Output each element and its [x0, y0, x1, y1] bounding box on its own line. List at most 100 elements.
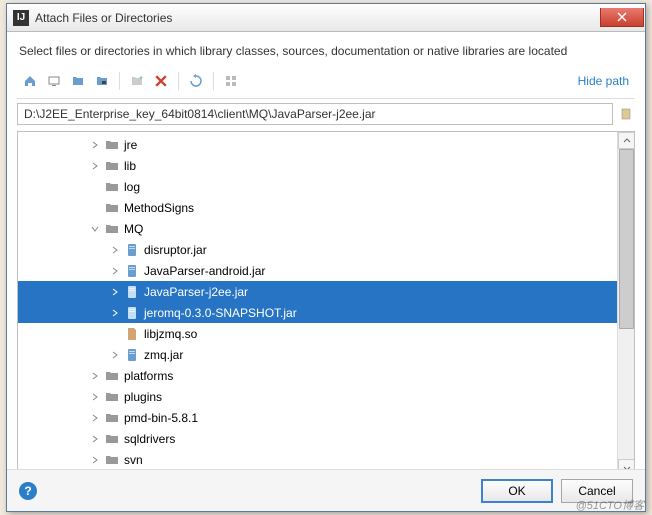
chevron-right-icon[interactable] [108, 306, 122, 320]
svg-text:+: + [139, 75, 143, 82]
tree-label: jeromq-0.3.0-SNAPSHOT.jar [144, 306, 297, 320]
chevron-right-icon[interactable] [108, 285, 122, 299]
separator [213, 72, 214, 90]
home-icon [23, 74, 37, 88]
path-input[interactable] [17, 103, 613, 125]
scrollbar[interactable] [617, 132, 634, 476]
content: Select files or directories in which lib… [7, 32, 645, 493]
tree-label: zmq.jar [144, 348, 183, 362]
folder-icon [104, 452, 120, 468]
refresh-button[interactable] [185, 70, 207, 92]
folder-icon [104, 368, 120, 384]
tree-label: log [124, 180, 140, 194]
chevron-right-icon[interactable] [108, 348, 122, 362]
tree-row[interactable]: platforms [18, 365, 634, 386]
tree-row[interactable]: disruptor.jar [18, 239, 634, 260]
scroll-up-button[interactable] [618, 132, 635, 149]
locate-icon [619, 107, 633, 121]
tree-label: JavaParser-j2ee.jar [144, 285, 248, 299]
tree-row[interactable]: plugins [18, 386, 634, 407]
tree-row[interactable]: libjzmq.so [18, 323, 634, 344]
jar-icon [124, 305, 140, 321]
chevron-right-icon [108, 327, 122, 341]
tree-row[interactable]: log [18, 176, 634, 197]
project-button[interactable] [67, 70, 89, 92]
window-title: Attach Files or Directories [35, 11, 172, 25]
chevron-right-icon[interactable] [88, 390, 102, 404]
ok-button[interactable]: OK [481, 479, 553, 503]
chevron-right-icon [88, 201, 102, 215]
jar-icon [124, 347, 140, 363]
tree-label: disruptor.jar [144, 243, 207, 257]
tree-label: MethodSigns [124, 201, 194, 215]
tree-label: platforms [124, 369, 173, 383]
toolbar: + Hide path [17, 68, 635, 99]
show-hidden-button[interactable] [220, 70, 242, 92]
tree-row[interactable]: JavaParser-j2ee.jar [18, 281, 634, 302]
tree-label: sqldrivers [124, 432, 175, 446]
delete-icon [155, 75, 167, 87]
help-button[interactable]: ? [19, 482, 37, 500]
tree-row[interactable]: svn [18, 449, 634, 470]
tree-row[interactable]: MethodSigns [18, 197, 634, 218]
folder-icon [104, 200, 120, 216]
tree-row[interactable]: sqldrivers [18, 428, 634, 449]
desktop-button[interactable] [43, 70, 65, 92]
scroll-thumb[interactable] [619, 149, 634, 329]
tree-label: MQ [124, 222, 143, 236]
project-icon [71, 74, 85, 88]
chevron-right-icon [88, 180, 102, 194]
tree-row[interactable]: pmd-bin-5.8.1 [18, 407, 634, 428]
folder-icon [104, 179, 120, 195]
titlebar: IJ Attach Files or Directories [7, 4, 645, 32]
folder-icon [104, 158, 120, 174]
tree-row[interactable]: jre [18, 134, 634, 155]
file-icon [124, 326, 140, 342]
module-button[interactable] [91, 70, 113, 92]
folder-icon [104, 221, 120, 237]
folder-icon [104, 137, 120, 153]
app-icon: IJ [13, 10, 29, 26]
chevron-right-icon[interactable] [88, 411, 102, 425]
tree-row[interactable]: lib [18, 155, 634, 176]
dialog: IJ Attach Files or Directories Select fi… [6, 3, 646, 512]
instruction-text: Select files or directories in which lib… [17, 42, 635, 68]
file-tree[interactable]: jre lib log MethodSigns MQdisruptor.jar JavaP… [18, 132, 634, 472]
delete-button[interactable] [150, 70, 172, 92]
chevron-right-icon[interactable] [88, 453, 102, 467]
chevron-down-icon[interactable] [88, 222, 102, 236]
tree-label: lib [124, 159, 136, 173]
watermark: @51CTO博客 [576, 497, 644, 513]
separator [119, 72, 120, 90]
tree-row[interactable]: MQ [18, 218, 634, 239]
tree-locate-button[interactable] [617, 105, 635, 123]
tree-row[interactable]: zmq.jar [18, 344, 634, 365]
path-row [17, 103, 635, 125]
new-folder-icon: + [130, 74, 144, 88]
chevron-right-icon[interactable] [88, 159, 102, 173]
chevron-right-icon[interactable] [88, 369, 102, 383]
folder-icon [104, 389, 120, 405]
close-button[interactable] [600, 8, 644, 27]
footer: ? OK Cancel [7, 469, 645, 511]
folder-icon [104, 431, 120, 447]
refresh-icon [189, 74, 203, 88]
chevron-right-icon[interactable] [88, 432, 102, 446]
chevron-right-icon[interactable] [108, 243, 122, 257]
close-icon [617, 12, 627, 22]
tree-row[interactable]: jeromq-0.3.0-SNAPSHOT.jar [18, 302, 634, 323]
tree-container: jre lib log MethodSigns MQdisruptor.jar JavaP… [17, 131, 635, 477]
tree-label: libjzmq.so [144, 327, 197, 341]
desktop-icon [47, 74, 61, 88]
jar-icon [124, 284, 140, 300]
chevron-right-icon[interactable] [88, 138, 102, 152]
new-folder-button[interactable]: + [126, 70, 148, 92]
tree-label: svn [124, 453, 143, 467]
tree-label: plugins [124, 390, 162, 404]
home-button[interactable] [19, 70, 41, 92]
module-icon [95, 74, 109, 88]
tree-row[interactable]: JavaParser-android.jar [18, 260, 634, 281]
chevron-right-icon[interactable] [108, 264, 122, 278]
hide-path-link[interactable]: Hide path [578, 74, 629, 88]
folder-icon [104, 410, 120, 426]
